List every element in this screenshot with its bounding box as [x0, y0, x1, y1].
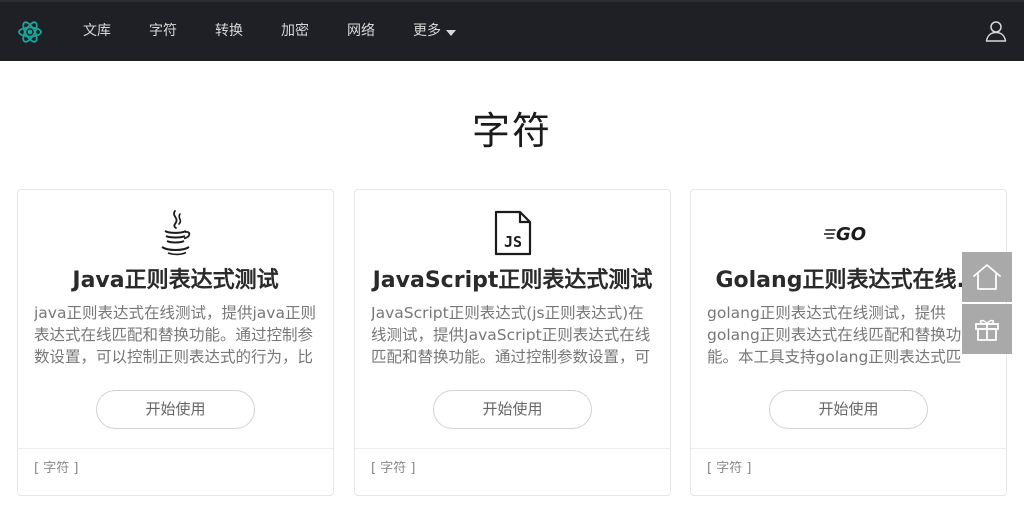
- card-description: java正则表达式在线测试，提供java正则表达式在线匹配和替换功能。通过控制参…: [34, 304, 316, 366]
- start-button[interactable]: 开始使用: [769, 390, 928, 429]
- nav-more-label: 更多: [413, 23, 441, 39]
- home-icon: [973, 264, 1001, 290]
- nav-item-more[interactable]: 更多: [394, 2, 475, 61]
- category-tag[interactable]: [ 字符 ]: [691, 448, 1006, 495]
- chevron-down-icon: [446, 29, 456, 36]
- category-tag[interactable]: [ 字符 ]: [18, 448, 333, 495]
- top-nav: 文库 字符 转换 加密 网络 更多: [0, 0, 1024, 61]
- tool-card-java: Java正则表达式测试 java正则表达式在线测试，提供java正则表达式在线匹…: [17, 189, 334, 496]
- category-tag[interactable]: [ 字符 ]: [355, 448, 670, 495]
- js-file-icon: JS: [494, 210, 531, 256]
- tool-card-javascript: JS JavaScript正则表达式测试 JavaScript正则表达式(js正…: [354, 189, 671, 496]
- gift-icon: [975, 319, 999, 341]
- nav-item-convert[interactable]: 转换: [196, 2, 262, 61]
- main-menu: 文库 字符 转换 加密 网络 更多: [64, 2, 475, 61]
- card-description: JavaScript正则表达式(js正则表达式)在线测试，提供JavaScrip…: [371, 304, 651, 366]
- nav-item-encrypt[interactable]: 加密: [262, 2, 328, 61]
- svg-text:GO: GO: [836, 224, 866, 245]
- gift-button[interactable]: [962, 304, 1012, 354]
- user-icon[interactable]: [984, 19, 1008, 43]
- atom-logo-icon[interactable]: [17, 19, 43, 45]
- go-logo-icon: GO: [823, 224, 866, 245]
- svg-text:JS: JS: [503, 233, 521, 251]
- card-description: golang正则表达式在线测试，提供golang正则表达式在线匹配和替换功能。本…: [707, 304, 962, 366]
- nav-item-library[interactable]: 文库: [64, 2, 130, 61]
- card-title: Golang正则表达式在线...: [715, 268, 982, 293]
- card-title: Java正则表达式测试: [72, 268, 279, 293]
- page-title: 字符: [471, 109, 552, 153]
- nav-item-chars[interactable]: 字符: [130, 2, 196, 61]
- home-button[interactable]: [962, 252, 1012, 302]
- tool-card-golang: GO Golang正则表达式在线... golang正则表达式在线测试，提供go…: [690, 189, 1007, 496]
- card-title: JavaScript正则表达式测试: [372, 268, 653, 293]
- start-button[interactable]: 开始使用: [96, 390, 255, 429]
- nav-item-network[interactable]: 网络: [328, 2, 394, 61]
- start-button[interactable]: 开始使用: [433, 390, 592, 429]
- java-coffee-icon: [160, 210, 190, 256]
